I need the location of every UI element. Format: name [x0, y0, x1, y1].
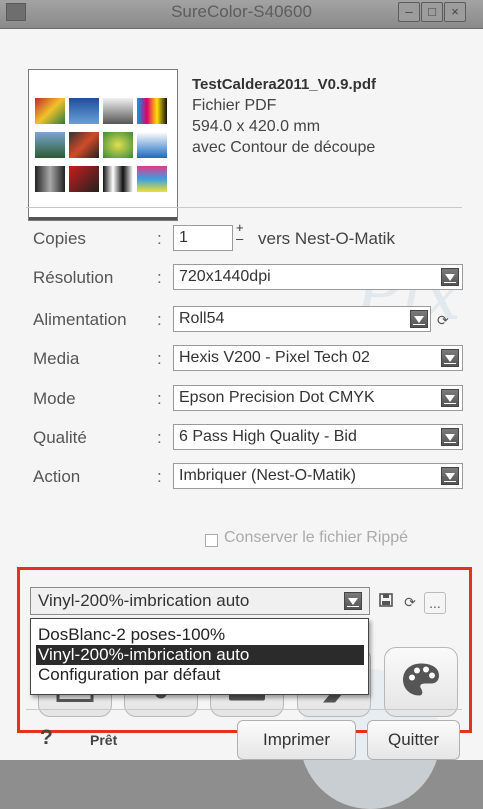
keep-rip-label: Conserver le fichier Rippé: [224, 529, 409, 546]
preview-image: [35, 98, 172, 198]
colon: :: [157, 428, 162, 447]
colon: :: [157, 389, 162, 408]
mode-select[interactable]: Epson Precision Dot CMYK: [173, 385, 463, 411]
chevron-down-icon[interactable]: [410, 310, 428, 328]
file-info: TestCaldera2011_V0.9.pdf Fichier PDF 594…: [192, 74, 472, 158]
file-contour: avec Contour de découpe: [192, 139, 376, 156]
title-bar: SureColor-S40600 – □ ×: [0, 0, 483, 29]
refresh-icon[interactable]: ⟳: [400, 592, 420, 612]
file-preview: [28, 69, 178, 221]
chevron-down-icon[interactable]: [441, 428, 459, 446]
mode-label: Mode: [33, 389, 76, 408]
preset-option-selected[interactable]: Vinyl-200%-imbrication auto: [36, 645, 364, 665]
media-label: Media: [33, 349, 80, 368]
chevron-down-icon[interactable]: [441, 268, 459, 286]
quit-button[interactable]: Quitter: [367, 720, 460, 760]
palette-icon: [401, 662, 441, 703]
preset-dropdown: DosBlanc-2 poses-100% Vinyl-200%-imbrica…: [30, 618, 369, 695]
copies-input[interactable]: 1: [173, 225, 233, 251]
print-button[interactable]: Imprimer: [237, 720, 356, 760]
feed-label: Alimentation: [33, 310, 127, 329]
colon: :: [157, 349, 162, 368]
preset-option[interactable]: Configuration par défaut: [36, 665, 364, 685]
quality-label: Qualité: [33, 428, 87, 447]
copies-stepper-icon[interactable]: + –: [236, 221, 244, 245]
help-icon[interactable]: ?: [40, 726, 53, 750]
copies-label: Copies: [33, 229, 86, 248]
chevron-down-icon[interactable]: [441, 349, 459, 367]
separator: [26, 207, 462, 208]
status-text: Prêt: [90, 732, 118, 748]
colon: :: [157, 467, 162, 486]
quality-select[interactable]: 6 Pass High Quality - Bid: [173, 424, 463, 450]
colon: :: [157, 310, 162, 329]
keep-rip-checkbox[interactable]: [205, 534, 218, 547]
more-button[interactable]: ...: [424, 592, 446, 614]
file-name: TestCaldera2011_V0.9.pdf: [192, 76, 376, 93]
chevron-down-icon[interactable]: [441, 467, 459, 485]
minimize-button[interactable]: –: [398, 2, 420, 22]
palette-button[interactable]: [384, 647, 458, 717]
floppy-icon[interactable]: [376, 592, 396, 612]
resolution-select[interactable]: 720x1440dpi: [173, 264, 463, 290]
chevron-down-icon[interactable]: [441, 389, 459, 407]
colon: :: [157, 268, 162, 287]
action-select[interactable]: Imbriquer (Nest-O-Matik): [173, 463, 463, 489]
media-select[interactable]: Hexis V200 - Pixel Tech 02: [173, 345, 463, 371]
chevron-down-icon[interactable]: [344, 592, 362, 610]
file-type: Fichier PDF: [192, 97, 277, 114]
copies-target: vers Nest-O-Matik: [258, 229, 395, 248]
action-label: Action: [33, 467, 81, 486]
separator: [26, 709, 462, 710]
colon: :: [157, 229, 162, 248]
maximize-button[interactable]: □: [421, 2, 443, 22]
file-size: 594.0 x 420.0 mm: [192, 118, 321, 135]
refresh-icon[interactable]: ⟳: [437, 312, 449, 329]
preset-select[interactable]: Vinyl-200%-imbrication auto: [30, 587, 370, 615]
feed-select[interactable]: Roll54: [173, 306, 431, 332]
resolution-label: Résolution: [33, 268, 114, 287]
preset-option[interactable]: DosBlanc-2 poses-100%: [36, 625, 364, 645]
close-button[interactable]: ×: [444, 2, 466, 22]
main-panel: Pix TestCaldera2011_V0.9.pdf Fichier PDF…: [0, 29, 483, 809]
